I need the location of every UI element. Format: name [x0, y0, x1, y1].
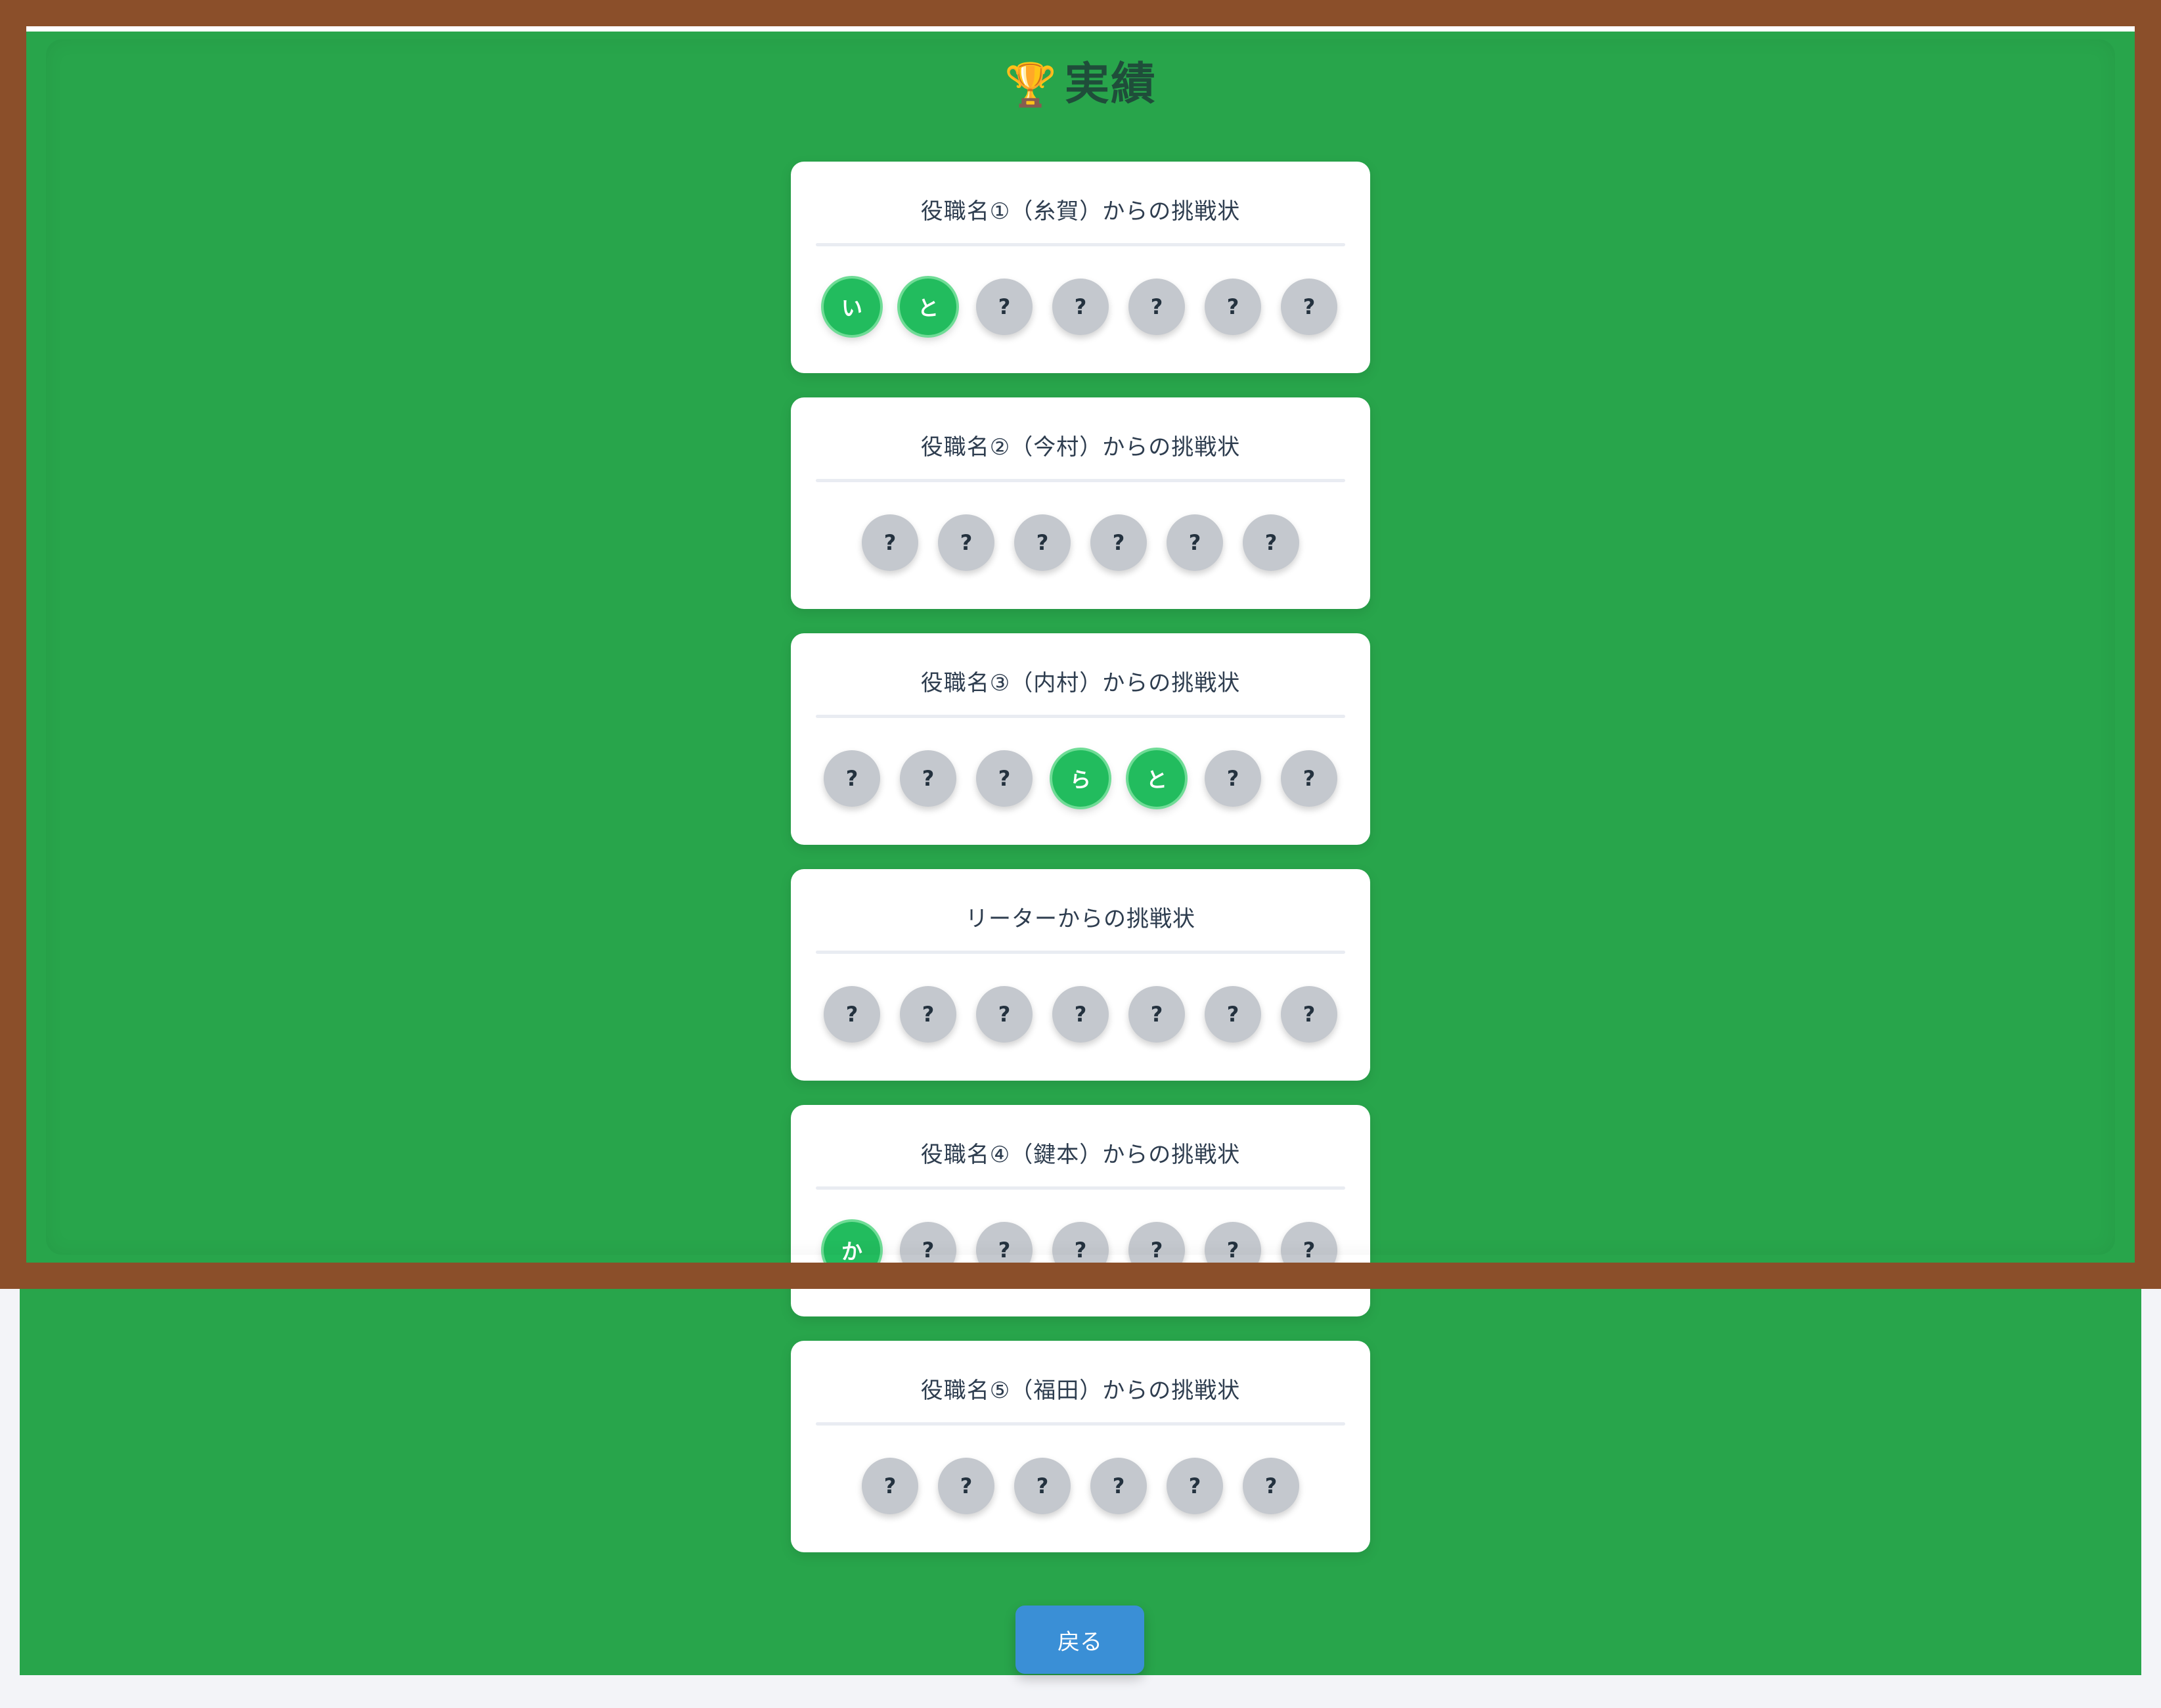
letter-slot-locked: ?	[900, 750, 956, 807]
letter-slots: ???????	[791, 986, 1370, 1043]
letter-slots: いと?????	[791, 279, 1370, 335]
divider	[816, 715, 1345, 718]
letter-slot-locked: ?	[976, 279, 1033, 335]
letter-slots: ??????	[791, 514, 1370, 571]
divider	[816, 1422, 1345, 1426]
letter-slot-locked: ?	[938, 1458, 994, 1514]
letter-slot-locked: ?	[1128, 279, 1185, 335]
letter-slot-locked: ?	[1205, 279, 1261, 335]
challenge-title: 役職名③（内村）からの挑戦状	[920, 670, 1241, 696]
letter-slot-locked: ?	[862, 1458, 918, 1514]
divider	[816, 1186, 1345, 1190]
letter-slot-locked: ?	[1281, 1222, 1337, 1278]
letter-slot-locked: ?	[1281, 279, 1337, 335]
letter-slot-unlocked: と	[1128, 750, 1185, 807]
challenge-title: 役職名⑤（福田）からの挑戦状	[920, 1378, 1241, 1404]
challenge-card: 役職名④（鍵本）からの挑戦状 か??????	[791, 1105, 1370, 1316]
trophy-icon: 🏆	[1004, 61, 1058, 110]
letter-slot-locked: ?	[1128, 1222, 1185, 1278]
letter-slots: か??????	[791, 1222, 1370, 1278]
letter-slot-locked: ?	[1167, 514, 1223, 571]
divider	[816, 243, 1345, 246]
letter-slot-locked: ?	[1205, 1222, 1261, 1278]
letter-slot-unlocked: と	[900, 279, 956, 335]
letter-slot-locked: ?	[1090, 1458, 1147, 1514]
letter-slot-locked: ?	[1205, 986, 1261, 1043]
letter-slot-locked: ?	[976, 750, 1033, 807]
letter-slot-locked: ?	[1014, 1458, 1071, 1514]
letter-slot-locked: ?	[1281, 986, 1337, 1043]
letter-slot-locked: ?	[1243, 514, 1299, 571]
letter-slot-locked: ?	[1243, 1458, 1299, 1514]
letter-slot-locked: ?	[938, 514, 994, 571]
letter-slot-locked: ?	[976, 986, 1033, 1043]
letter-slot-locked: ?	[1014, 514, 1071, 571]
letter-slot-locked: ?	[824, 986, 880, 1043]
challenge-title: 役職名②（今村）からの挑戦状	[920, 434, 1241, 461]
letter-slot-unlocked: か	[824, 1222, 880, 1278]
letter-slot-locked: ?	[900, 1222, 956, 1278]
back-button[interactable]: 戻る	[1015, 1606, 1144, 1674]
page-title-text: 実績	[1064, 58, 1157, 110]
challenge-card: リーターからの挑戦状 ???????	[791, 869, 1370, 1081]
divider	[816, 479, 1345, 482]
challenge-card: 役職名⑤（福田）からの挑戦状 ??????	[791, 1341, 1370, 1552]
letter-slot-unlocked: ら	[1052, 750, 1109, 807]
letter-slot-locked: ?	[1128, 986, 1185, 1043]
challenge-title: 役職名①（糸賀）からの挑戦状	[920, 198, 1241, 225]
letter-slot-locked: ?	[1052, 986, 1109, 1043]
letter-slot-locked: ?	[976, 1222, 1033, 1278]
letter-slot-locked: ?	[1281, 750, 1337, 807]
letter-slot-locked: ?	[1205, 750, 1261, 807]
letter-slot-locked: ?	[862, 514, 918, 571]
letter-slot-locked: ?	[1090, 514, 1147, 571]
letter-slot-locked: ?	[1052, 279, 1109, 335]
letter-slot-locked: ?	[900, 986, 956, 1043]
divider	[816, 951, 1345, 954]
page-title: 🏆 実績	[0, 47, 2161, 112]
letter-slot-locked: ?	[1167, 1458, 1223, 1514]
letter-slot-locked: ?	[824, 750, 880, 807]
challenge-card: 役職名②（今村）からの挑戦状 ??????	[791, 397, 1370, 609]
letter-slots: ??????	[791, 1458, 1370, 1514]
letter-slot-locked: ?	[1052, 1222, 1109, 1278]
challenge-title: 役職名④（鍵本）からの挑戦状	[920, 1142, 1241, 1168]
challenge-card: 役職名①（糸賀）からの挑戦状 いと?????	[791, 162, 1370, 373]
letter-slot-unlocked: い	[824, 279, 880, 335]
challenge-card: 役職名③（内村）からの挑戦状 ??? らと??	[791, 633, 1370, 845]
letter-slots: ??? らと??	[791, 750, 1370, 807]
challenge-title: リーターからの挑戦状	[966, 906, 1195, 932]
